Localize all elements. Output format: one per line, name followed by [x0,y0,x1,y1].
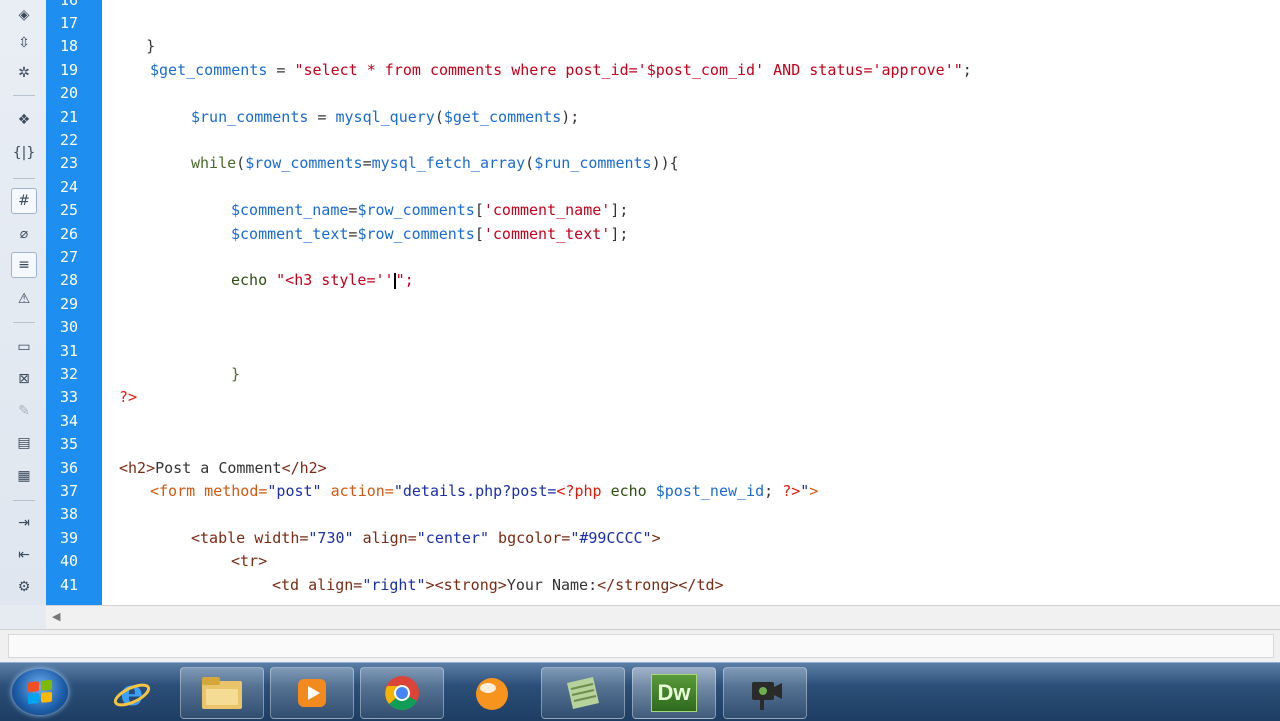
code-line[interactable]: <table width="730" align="center" bgcolo… [191,527,661,550]
code-line[interactable]: <form method="post" action="details.php?… [150,480,818,503]
format-source-icon[interactable]: ⚙ [11,574,37,600]
chrome-icon[interactable] [360,667,444,719]
code-line[interactable]: $comment_name=$row_comments['comment_nam… [231,199,628,222]
code-line[interactable]: ?> [119,386,137,409]
line-number: 20 [59,84,78,102]
line-number: 40 [59,552,78,570]
word-wrap-icon[interactable]: ≡ [11,252,37,278]
status-bar [0,629,1280,663]
toolbar-footer [0,605,46,629]
windows-logo-icon [28,679,52,705]
line-number: 25 [59,201,78,219]
code-line[interactable]: <td align="right"><strong>Your Name:</st… [272,574,724,597]
dreamweaver-icon[interactable]: Dw [632,667,716,719]
line-number: 22 [59,131,78,149]
remove-comment-icon[interactable]: ⊠ [11,366,37,392]
line-number: 28 [59,271,78,289]
line-number: 39 [59,529,78,547]
collapse-icon[interactable]: ◈ [11,2,37,28]
code-line[interactable]: echo "<h3 style='' "; [231,269,414,292]
internet-explorer-icon[interactable]: e [90,667,174,719]
code-editor[interactable]: } $get_comments = "select * from comment… [102,0,1280,605]
code-line[interactable]: } [110,12,155,55]
move-css-icon[interactable]: ▦ [11,463,37,489]
line-number: 38 [59,505,78,523]
code-line[interactable]: while($row_comments=mysql_fetch_array($r… [191,152,679,175]
code-line[interactable]: } [231,363,240,386]
select-parent-icon[interactable]: ⇳ [11,30,37,56]
horizontal-scrollbar[interactable]: ◀ [46,605,1280,630]
scroll-left-icon[interactable]: ◀ [52,610,60,623]
highlight-invalid-icon[interactable]: ⌀ [11,221,37,247]
line-number: 37 [59,482,78,500]
code-line[interactable]: <h2>Post a Comment</h2> [119,457,327,480]
line-number-gutter: 16 17 18 19 20 21 22 23 24 25 26 27 28 2… [46,0,102,605]
recent-snippets-icon[interactable]: ▤ [11,430,37,456]
outdent-icon[interactable]: ⇤ [11,542,37,568]
line-number: 18 [59,37,78,55]
line-number: 33 [59,388,78,406]
line-number: 36 [59,459,78,477]
expand-icon[interactable]: ✲ [11,60,37,86]
line-number: 26 [59,225,78,243]
line-number: 27 [59,248,78,266]
line-number: 23 [59,154,78,172]
line-number: 41 [59,576,78,594]
camtasia-icon[interactable] [723,667,807,719]
line-number: 31 [59,342,78,360]
line-number: 34 [59,412,78,430]
wrap-tag-icon[interactable]: ✎ [11,398,37,424]
taskbar: e Dw [0,662,1280,721]
indent-icon[interactable]: ⇥ [11,510,37,536]
properties-panel [8,634,1274,658]
notepad-app-icon[interactable] [541,667,625,719]
line-number: 32 [59,365,78,383]
media-player-icon[interactable] [270,667,354,719]
line-number: 29 [59,295,78,313]
braces-icon[interactable]: {|} [11,140,37,166]
line-number: 35 [59,435,78,453]
code-line[interactable]: $run_comments = mysql_query($get_comment… [191,106,579,129]
file-explorer-icon[interactable] [180,667,264,719]
line-number: 19 [59,61,78,79]
line-numbers-icon[interactable]: # [11,188,37,214]
apply-comment-icon[interactable]: ▭ [11,334,37,360]
code-line[interactable]: $get_comments = "select * from comments … [150,59,972,82]
code-line[interactable]: <tr> [231,550,267,573]
start-button[interactable] [12,669,68,715]
line-number: 17 [59,14,78,32]
line-number: 30 [59,318,78,336]
balance-braces-icon[interactable]: ❖ [11,107,37,133]
code-line[interactable]: $comment_text=$row_comments['comment_tex… [231,223,628,246]
line-number: 21 [59,108,78,126]
line-number: 24 [59,178,78,196]
line-number: 16 [59,0,78,9]
syntax-error-icon[interactable]: ⚠ [11,286,37,312]
orange-app-icon[interactable] [450,667,534,719]
